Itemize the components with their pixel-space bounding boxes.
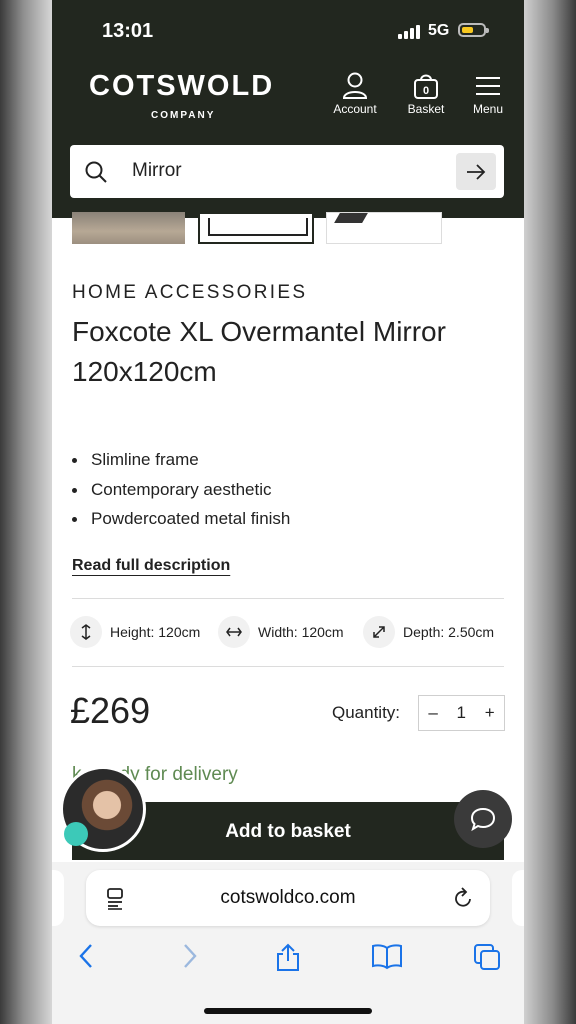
arrow-right-icon [467, 164, 486, 180]
reload-icon[interactable] [454, 887, 474, 909]
previous-tab-peek[interactable] [52, 870, 64, 926]
dimension-depth: Depth: 2.50cm [363, 615, 494, 649]
bookmarks-icon[interactable] [370, 942, 404, 970]
basket-icon: 0 [414, 74, 438, 99]
basket-button[interactable]: 0 Basket [396, 72, 456, 116]
account-label: Account [333, 102, 377, 116]
feature-item: Powdercoated metal finish [72, 509, 290, 539]
status-time: 13:01 [102, 20, 154, 42]
tabs-icon[interactable] [472, 942, 502, 972]
menu-button[interactable]: Menu [458, 72, 518, 116]
product-category: HOME ACCESSORIES [72, 282, 308, 303]
quantity-label: Quantity: [332, 703, 401, 722]
product-price: £269 [70, 690, 151, 731]
quantity-increment-button[interactable]: + [485, 703, 495, 723]
signal-icon [398, 25, 420, 39]
next-tab-peek[interactable] [512, 870, 524, 926]
menu-label: Menu [472, 102, 504, 116]
chat-bubble-icon [470, 807, 496, 832]
brand-logo-sub: COMPANY [151, 110, 216, 121]
depth-value: Depth: 2.50cm [403, 624, 495, 640]
width-arrow-icon [218, 616, 250, 648]
site-header: 13:01 5G COTSWOLD COMPANY Account 0 Bask… [52, 0, 524, 218]
basket-count: 0 [423, 85, 429, 97]
battery-icon [458, 23, 489, 37]
home-indicator[interactable] [204, 1008, 372, 1014]
share-icon[interactable] [274, 942, 302, 972]
divider [72, 666, 504, 667]
product-thumbnail-2[interactable] [198, 212, 314, 244]
product-title: Foxcote XL Overmantel Mirror 120x120cm [72, 316, 446, 387]
brand-logo[interactable]: COTSWOLD [89, 70, 274, 103]
phone-screen: 13:01 5G COTSWOLD COMPANY Account 0 Bask… [52, 0, 524, 1024]
search-icon [85, 161, 107, 183]
dimension-height: Height: 120cm [70, 615, 200, 649]
dimensions-row: Height: 120cm Width: 120cm Depth: 2.50cm [70, 615, 510, 649]
search-submit-button[interactable] [456, 153, 496, 190]
url-text: cotswoldco.com [220, 887, 356, 908]
account-icon [342, 72, 368, 99]
address-bar[interactable]: cotswoldco.com [86, 870, 490, 926]
product-thumbnail-1[interactable] [72, 212, 185, 244]
online-status-dot [64, 822, 88, 846]
feature-list: Slimline frame Contemporary aesthetic Po… [72, 450, 290, 539]
hamburger-icon [476, 77, 500, 95]
quantity-value[interactable]: 1 [457, 703, 466, 723]
forward-icon[interactable] [178, 942, 200, 970]
dimension-width: Width: 120cm [218, 615, 344, 649]
browser-toolbar: cotswoldco.com [52, 862, 524, 1024]
feature-item: Contemporary aesthetic [72, 480, 290, 510]
width-value: Width: 120cm [258, 624, 344, 640]
divider [72, 598, 504, 599]
account-button[interactable]: Account [325, 72, 385, 116]
feature-item: Slimline frame [72, 450, 290, 480]
quantity-stepper: – 1 + [418, 695, 505, 731]
basket-label: Basket [407, 102, 445, 116]
chat-button[interactable] [454, 790, 512, 848]
back-icon[interactable] [76, 942, 98, 970]
product-thumbnail-3[interactable] [326, 212, 442, 244]
search-bar [70, 145, 504, 198]
network-label: 5G [428, 22, 450, 39]
height-value: Height: 120cm [110, 624, 201, 640]
search-input[interactable] [132, 160, 432, 182]
quantity-decrement-button[interactable]: – [428, 703, 437, 723]
read-description-link[interactable]: Read full description [72, 557, 230, 575]
height-arrow-icon [70, 616, 102, 648]
depth-arrow-icon [363, 616, 395, 648]
